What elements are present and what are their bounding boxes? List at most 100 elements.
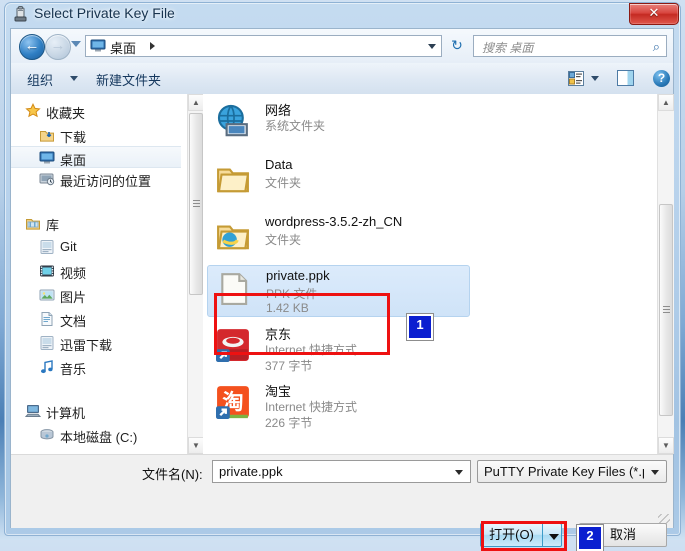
step-badge-2: 2 <box>577 525 603 551</box>
help-question-icon[interactable]: ? <box>653 70 670 87</box>
sidebar-item-label: 音乐 <box>60 362 87 377</box>
sidebar-item-9[interactable]: 迅雷下载 <box>11 332 187 354</box>
sidebar-item-3[interactable]: 最近访问的位置 <box>11 168 187 190</box>
sidebar-item-6[interactable]: 视频 <box>11 260 187 282</box>
preview-pane-icon[interactable] <box>617 70 634 86</box>
open-button-group: 打开(O) <box>480 523 562 547</box>
file-list-pane[interactable]: 网络 系统文件夹 Data 文件夹 wordpress-3.5.2-zh_CN 文件夹 pr… <box>203 94 657 454</box>
file-type-filter-value: PuTTY Private Key Files (*.pp <box>484 464 644 479</box>
chevron-down-icon <box>549 534 559 540</box>
organize-button[interactable]: 组织 <box>27 70 53 89</box>
refresh-icon[interactable]: ↻ <box>447 36 467 56</box>
file-list-item[interactable]: Data 文件夹 <box>207 155 469 207</box>
sidebar-scrollbar[interactable]: ▲ ▼ <box>187 94 204 454</box>
window-title: Select Private Key File <box>34 5 175 21</box>
network-globe-icon <box>215 104 257 144</box>
sidebar-item-10[interactable]: 音乐 <box>11 356 187 378</box>
search-input[interactable]: 搜索 桌面 <box>482 39 533 56</box>
dialog-footer: 文件名(N): private.ppk PuTTY Private Key Fi… <box>11 454 673 528</box>
file-list-scroll-thumb[interactable] <box>659 204 673 416</box>
file-name: wordpress-3.5.2-zh_CN <box>265 214 403 229</box>
scroll-up-button[interactable]: ▲ <box>658 94 674 111</box>
breadcrumb-separator-icon[interactable] <box>150 42 155 50</box>
sidebar-item-0[interactable]: 收藏夹 <box>11 100 187 122</box>
folder-icon <box>215 161 257 201</box>
library-item-icon <box>39 335 55 351</box>
sidebar-item-label: Git <box>60 239 77 254</box>
close-button[interactable]: ✕ <box>629 3 679 25</box>
file-list-item[interactable]: 淘淘宝 Internet 快捷方式 226 字节 <box>207 379 469 431</box>
hard-disk-icon <box>39 427 55 443</box>
sidebar-item-7[interactable]: 图片 <box>11 284 187 306</box>
title-bar: Select Private Key File ✕ <box>4 2 681 28</box>
recent-pages-caret-icon[interactable] <box>71 41 81 47</box>
file-list-scrollbar[interactable]: ▲ ▼ <box>657 94 674 454</box>
sidebar-item-5[interactable]: Git <box>11 236 187 258</box>
sidebar-item-label: 本地磁盘 (C:) <box>60 430 138 445</box>
computer-icon <box>24 403 42 419</box>
chevron-down-icon[interactable] <box>591 76 599 81</box>
scroll-grip-icon <box>663 306 670 314</box>
star-icon <box>25 103 41 119</box>
file-type: Internet 快捷方式 <box>265 343 358 357</box>
sidebar-item-label: 图片 <box>60 290 87 305</box>
folder-ie-icon <box>215 218 257 258</box>
sidebar-item-11[interactable]: 计算机 <box>11 400 187 422</box>
sidebar-item-12[interactable]: 本地磁盘 (C:) <box>11 424 187 446</box>
file-type-filter-select[interactable]: PuTTY Private Key Files (*.pp <box>477 460 667 483</box>
sidebar-item-label: 迅雷下载 <box>60 338 113 353</box>
step-badge-1: 1 <box>407 314 433 340</box>
file-type: PPK 文件 <box>266 287 318 301</box>
navigation-pane: 收藏夹 下载 桌面最近访问的位置库 Git 视频图片文档迅雷下载音乐计算机本地磁盘 (C… <box>11 94 187 454</box>
chevron-down-icon[interactable] <box>455 470 463 475</box>
library-item-icon <box>39 239 55 255</box>
sidebar-item-label: 文档 <box>60 314 87 329</box>
file-dialog-window: Select Private Key File ✕ ← → 桌面 ↻ 搜索 桌面… <box>4 2 681 551</box>
file-name: private.ppk <box>266 268 330 283</box>
filename-label: 文件名(N): <box>142 467 203 482</box>
sidebar-item-label: 视频 <box>60 266 87 281</box>
open-dropdown-button[interactable] <box>542 523 562 547</box>
chevron-down-icon[interactable] <box>70 76 78 81</box>
jd-shortcut-icon <box>215 328 257 368</box>
file-list-item[interactable]: 网络 系统文件夹 <box>207 98 469 150</box>
open-button[interactable]: 打开(O) <box>480 523 542 547</box>
generic-file-icon <box>216 272 258 312</box>
scroll-down-button[interactable]: ▼ <box>658 437 674 454</box>
scroll-grip-icon <box>193 200 200 208</box>
back-arrow-icon[interactable]: ← <box>19 34 45 60</box>
filename-value: private.ppk <box>219 464 283 479</box>
sidebar-item-label: 最近访问的位置 <box>60 174 152 189</box>
sidebar-item-2[interactable]: 桌面 <box>11 146 181 168</box>
pictures-icon <box>39 287 55 303</box>
view-layout-icon[interactable] <box>568 71 584 86</box>
recent-places-icon <box>39 171 55 187</box>
sidebar-item-8[interactable]: 文档 <box>11 308 187 330</box>
sidebar-item-4[interactable]: 库 <box>11 212 187 234</box>
new-folder-button[interactable]: 新建文件夹 <box>96 70 161 89</box>
chevron-down-icon[interactable] <box>651 470 659 475</box>
music-note-icon <box>39 359 55 375</box>
scroll-down-button[interactable]: ▼ <box>188 437 204 454</box>
filename-input[interactable]: private.ppk <box>212 460 471 483</box>
documents-icon <box>39 311 55 327</box>
sidebar-scroll-thumb[interactable] <box>189 113 203 295</box>
sidebar-item-1[interactable]: 下载 <box>11 124 187 146</box>
address-bar[interactable]: 桌面 <box>85 35 442 57</box>
file-list-item[interactable]: private.ppk PPK 文件 1.42 KB <box>207 265 470 317</box>
address-path: 桌面 <box>110 41 137 56</box>
forward-arrow-glyph: → <box>50 37 66 54</box>
command-bar: 组织 新建文件夹 ? <box>11 63 673 95</box>
search-box[interactable]: 搜索 桌面 ⌕ <box>473 35 667 57</box>
file-list-item[interactable]: wordpress-3.5.2-zh_CN 文件夹 <box>207 212 469 264</box>
file-type: 文件夹 <box>265 176 302 190</box>
forward-arrow-icon[interactable]: → <box>45 34 71 60</box>
file-size: 226 字节 <box>265 416 313 430</box>
taobao-shortcut-icon: 淘 <box>215 385 257 425</box>
file-size: 1.42 KB <box>266 301 309 315</box>
desktop-icon <box>39 150 55 166</box>
scroll-up-button[interactable]: ▲ <box>188 94 204 111</box>
chevron-down-icon[interactable] <box>428 44 436 49</box>
videos-icon <box>39 263 55 279</box>
sidebar-item-label: 计算机 <box>46 406 86 421</box>
